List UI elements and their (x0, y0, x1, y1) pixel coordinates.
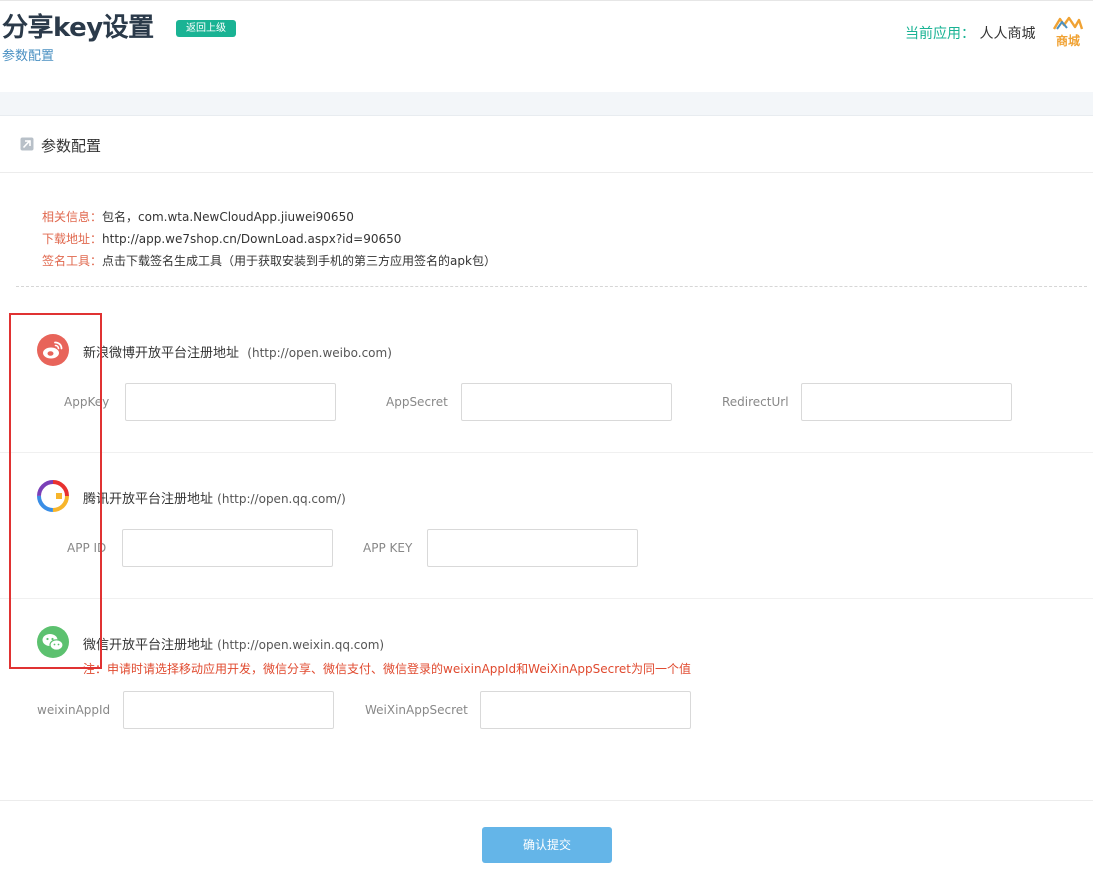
wechat-appid-input[interactable] (123, 691, 334, 729)
footer-divider (0, 800, 1093, 801)
panel-heading (0, 116, 1093, 173)
breadcrumb[interactable]: 参数配置 (2, 45, 54, 64)
info-line-signature-tool: 签名工具：点击下载签名生成工具（用于获取安装到手机的第三方应用签名的apk包） (42, 252, 496, 269)
app-logo-text: 商城 (1056, 33, 1080, 47)
weibo-appsecret-input[interactable] (461, 383, 672, 421)
section-divider (0, 598, 1093, 599)
weibo-icon (37, 334, 69, 366)
weixinappsecret-label: WeiXinAppSecret (365, 703, 468, 717)
info-key: 相关信息： (42, 210, 103, 224)
wechat-icon (37, 626, 69, 658)
tencent-icon (37, 480, 69, 512)
signature-tool-link[interactable]: 点击下载签名生成工具（用于获取安装到手机的第三方应用签名的apk包） (102, 254, 496, 268)
tencent-section-title: 腾讯开放平台注册地址 (http://open.qq.com/) (83, 488, 346, 507)
current-app-value: 人人商城 (979, 26, 1036, 42)
redirecturl-label: RedirectUrl (722, 395, 789, 409)
wechat-appsecret-input[interactable] (480, 691, 691, 729)
appsecret-label: AppSecret (386, 395, 448, 409)
wechat-title: 微信开放平台注册地址 (83, 638, 214, 653)
section-divider (0, 452, 1093, 453)
appkey-upper-label: APP KEY (363, 541, 413, 555)
current-app: 当前应用： 人人商城 (905, 23, 1035, 43)
weibo-appkey-input[interactable] (125, 383, 336, 421)
leaf-icon (20, 137, 34, 151)
current-app-label: 当前应用： (905, 26, 975, 42)
tencent-appkey-input[interactable] (427, 529, 638, 567)
back-button[interactable]: 返回上级 (176, 20, 236, 37)
wechat-section-title: 微信开放平台注册地址 (http://open.weixin.qq.com) (83, 634, 384, 653)
tencent-title: 腾讯开放平台注册地址 (83, 492, 214, 507)
appkey-label: AppKey (64, 395, 110, 409)
weixinappid-label: weixinAppId (37, 703, 111, 717)
info-line-package: 相关信息：包名，com.wta.NewCloudApp.jiuwei90650 (42, 208, 354, 225)
page-title: 分享key设置 (2, 13, 154, 43)
info-key: 下载地址： (42, 232, 103, 246)
download-link[interactable]: http://app.we7shop.cn/DownLoad.aspx?id=9… (102, 232, 401, 246)
weibo-url-link[interactable]: (http://open.weibo.com) (247, 346, 392, 360)
header-divider-band (0, 92, 1093, 116)
wechat-note: 注：申请时请选择移动应用开发，微信分享、微信支付、微信登录的weixinAppI… (83, 662, 692, 676)
wechat-url-link[interactable]: (http://open.weixin.qq.com) (217, 638, 384, 652)
page-header (0, 0, 1093, 92)
info-key: 签名工具： (42, 254, 103, 268)
tencent-appid-input[interactable] (122, 529, 333, 567)
dashed-divider (16, 286, 1087, 287)
info-value: 包名，com.wta.NewCloudApp.jiuwei90650 (102, 210, 354, 224)
app-logo: 商城 (1052, 16, 1084, 47)
tencent-url-link[interactable]: (http://open.qq.com/) (217, 492, 346, 506)
weibo-redirecturl-input[interactable] (801, 383, 1012, 421)
info-line-download: 下载地址：http://app.we7shop.cn/DownLoad.aspx… (42, 230, 401, 247)
appid-label: APP ID (67, 541, 107, 555)
submit-button[interactable]: 确认提交 (482, 827, 612, 863)
weibo-title: 新浪微博开放平台注册地址 (83, 346, 240, 361)
panel-title: 参数配置 (41, 137, 102, 155)
weibo-section-title: 新浪微博开放平台注册地址 (http://open.weibo.com) (83, 342, 392, 361)
